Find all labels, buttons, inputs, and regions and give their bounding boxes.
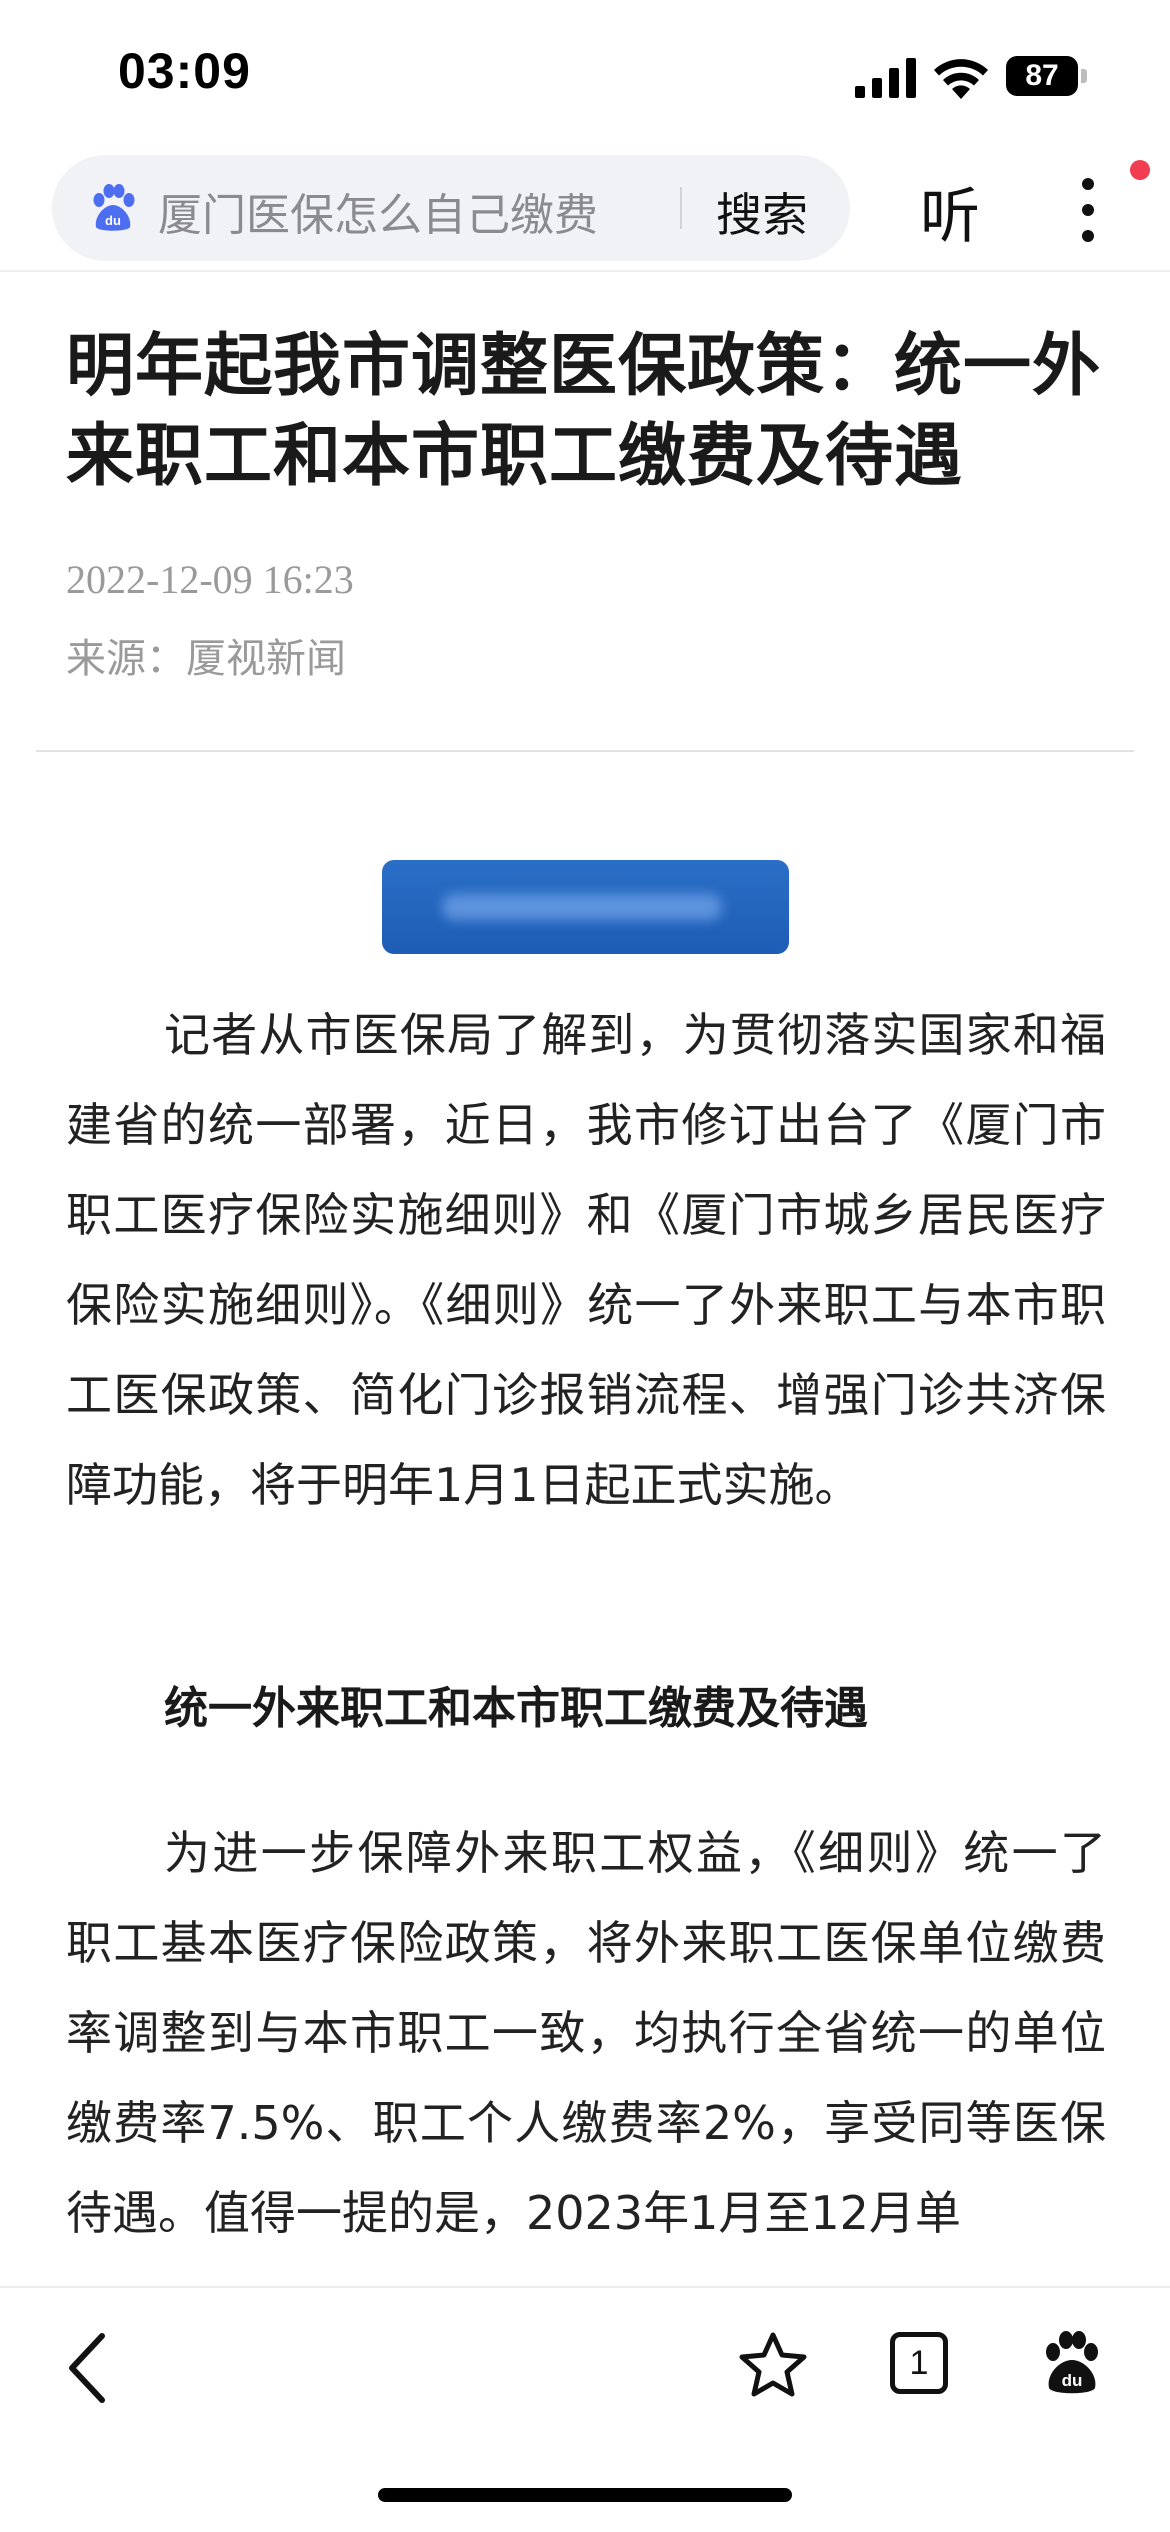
status-bar: 03:09 87 [0,0,1170,150]
cellular-signal-icon [855,58,916,98]
battery-tip [1081,69,1087,83]
search-query-text[interactable]: 厦门医保怎么自己缴费 [158,179,598,243]
article-title: 明年起我市调整医保政策：统一外来职工和本市职工缴费及待遇 [66,327,1102,496]
meta-divider [36,750,1134,752]
listen-button[interactable]: 听 [920,168,980,255]
svg-text:du: du [1062,2371,1083,2390]
favorite-star-icon[interactable] [738,2330,808,2400]
status-time: 03:09 [118,43,251,99]
article-source: 来源：厦视新闻 [66,636,346,682]
wifi-icon [934,59,988,99]
article-paragraph-1: 记者从市医保局了解到，为贯彻落实国家和福建省的统一部署，近日，我市修订出台了《厦… [66,1008,1106,1512]
search-divider [680,187,682,229]
article-paragraph-2: 为进一步保障外来职工权益，《细则》统一了职工基本医疗保险政策，将外来职工医保单位… [66,1826,1106,2240]
back-arrow-icon[interactable] [62,2328,112,2408]
battery-level: 87 [1006,56,1078,96]
notification-dot [1130,160,1150,180]
section-heading: 统一外来职工和本市职工缴费及待遇 [164,1683,868,1734]
search-bar[interactable]: du 厦门医保怎么自己缴费 搜索 [52,155,850,261]
article-banner-image [382,860,789,954]
baidu-paw-icon: du [93,184,135,231]
home-indicator [378,2488,792,2502]
tabs-count-button[interactable]: 1 [890,2332,948,2394]
browser-page: 03:09 87 du 厦门医保怎么自己缴费 搜索 听 明年起我市调整医保政策：… [0,0,1170,2532]
search-button[interactable]: 搜索 [716,179,808,245]
svg-text:du: du [105,213,121,228]
header-divider [0,270,1170,272]
baidu-home-icon[interactable]: du [1040,2330,1104,2396]
article-date: 2022-12-09 16:23 [66,557,354,602]
more-menu-icon[interactable] [1076,170,1100,250]
banner-blurred-text [442,894,722,920]
battery-indicator: 87 [1006,56,1090,98]
